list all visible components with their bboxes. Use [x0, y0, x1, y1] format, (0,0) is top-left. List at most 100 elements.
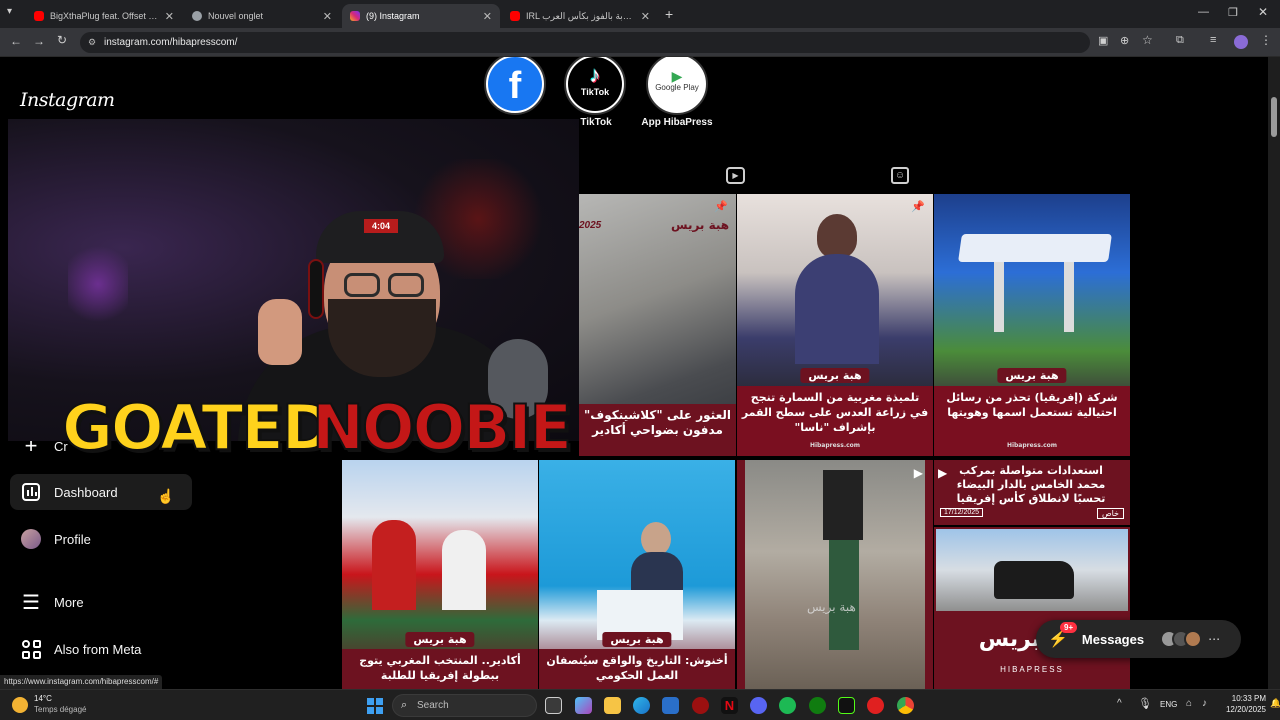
- obs-icon[interactable]: [867, 697, 884, 714]
- post-image-player: [372, 520, 416, 610]
- post-brand: هبة بريس: [602, 632, 672, 647]
- post-subbrand: HIBAPRESS: [1000, 665, 1064, 674]
- post-tile[interactable]: 📌 هبة بريس تلميذة مغربية من السمارة تنجح…: [737, 194, 933, 456]
- post-caption: تلميذة مغربية من السمارة تنجح في زراعة ا…: [741, 391, 929, 434]
- notification-icon[interactable]: 🔔: [1270, 698, 1280, 709]
- tab-search-icon[interactable]: ▾: [7, 6, 12, 17]
- close-icon[interactable]: ✕: [165, 10, 174, 23]
- nav-label: Also from Meta: [54, 641, 142, 657]
- reels-icon[interactable]: ▶: [726, 167, 745, 184]
- forward-icon[interactable]: →: [33, 34, 45, 48]
- maximize-button[interactable]: ❐: [1228, 6, 1238, 19]
- clock-date[interactable]: 12/20/2025: [1222, 705, 1266, 714]
- minimize-button[interactable]: —: [1198, 6, 1209, 18]
- site-info-icon[interactable]: ⚙: [88, 32, 96, 53]
- edge-icon[interactable]: [633, 697, 650, 714]
- avatar: [1184, 630, 1203, 648]
- messages-avatars: [1160, 630, 1203, 648]
- highlight-tiktok[interactable]: ♪ TikTok: [564, 57, 626, 115]
- tray-chevron-icon[interactable]: ^: [1117, 698, 1122, 709]
- profile-avatar[interactable]: [1234, 35, 1248, 49]
- netflix-icon[interactable]: N: [721, 697, 738, 714]
- file-explorer-icon[interactable]: [604, 697, 621, 714]
- post-tile[interactable]: هبة بريس أخنوش: التاريخ والواقع سيُنصفان…: [539, 460, 735, 689]
- tab-youtube-bigxthaplug[interactable]: BigXthaPlug feat. Offset - Climax ✕: [26, 4, 182, 28]
- post-tile[interactable]: 📌 2025 هبة بريس العثور على "كلاشينكوف" م…: [579, 194, 736, 456]
- app-red-icon[interactable]: [692, 697, 709, 714]
- kick-icon[interactable]: [838, 697, 855, 714]
- zoom-icon[interactable]: ⊕: [1120, 34, 1129, 47]
- store-icon[interactable]: [662, 697, 679, 714]
- close-icon[interactable]: ✕: [483, 10, 492, 23]
- cap-logo: 4:04: [364, 219, 398, 233]
- tagged-icon[interactable]: ☺: [891, 167, 909, 184]
- discord-icon[interactable]: [750, 697, 767, 714]
- post-tile[interactable]: هبة بريس HIBAPRESS: [934, 527, 1130, 689]
- nav-also-from-meta[interactable]: Also from Meta: [10, 631, 192, 667]
- chrome-icon[interactable]: [897, 697, 914, 714]
- messages-label: Messages: [1081, 631, 1145, 647]
- post-image-pillar: [994, 262, 1004, 332]
- post-border-right: [925, 460, 933, 689]
- post-tile[interactable]: استعدادات متواصلة بمركب محمد الخامس بالد…: [934, 460, 1130, 525]
- microphone-icon[interactable]: 🎙: [1138, 697, 1152, 710]
- tab-title: Nouvel onglet: [208, 11, 264, 21]
- more-icon[interactable]: ⋯: [1208, 632, 1220, 646]
- nav-label: Profile: [54, 531, 91, 547]
- highlight-facebook[interactable]: f: [484, 57, 546, 115]
- close-window-button[interactable]: ✕: [1258, 5, 1268, 19]
- mouse-cursor: ☝: [157, 488, 175, 504]
- bookmark-star-icon[interactable]: ☆: [1142, 33, 1153, 47]
- highlight-app[interactable]: ▶ Google Play: [646, 57, 708, 115]
- status-bar-url: https://www.instagram.com/hibapresscom/#: [0, 675, 163, 689]
- instagram-logo[interactable]: Instagram: [20, 89, 115, 111]
- nav-profile[interactable]: Profile: [10, 521, 192, 557]
- network-icon[interactable]: ⌂: [1186, 698, 1192, 709]
- browser-menu-icon[interactable]: ⋮: [1260, 33, 1272, 47]
- url-text: instagram.com/hibapresscom/: [104, 37, 238, 48]
- post-tile[interactable]: ▶ هبة بريس: [737, 460, 933, 689]
- google-play-wordmark: Google Play: [655, 83, 699, 92]
- post-tile[interactable]: هبة بريس شركة (إفريقيا) تحذر من رسائل اح…: [934, 194, 1130, 456]
- cast-icon[interactable]: ▣: [1098, 34, 1108, 47]
- close-icon[interactable]: ✕: [323, 10, 332, 23]
- address-toolbar: ← → ↻ ⚙ instagram.com/hibapresscom/ ▣ ⊕ …: [0, 28, 1280, 57]
- tab-new-tab[interactable]: Nouvel onglet ✕: [184, 4, 340, 28]
- copilot-icon[interactable]: [575, 697, 592, 714]
- post-tile[interactable]: هبة بريس أكادير.. المنتخب المغربي يتوج ب…: [342, 460, 538, 689]
- close-icon[interactable]: ✕: [641, 10, 650, 23]
- page-scrollbar[interactable]: [1268, 57, 1280, 689]
- streamer-glasses-right: [388, 273, 424, 297]
- post-tag: خاص: [1096, 508, 1124, 519]
- post-image-van: [994, 561, 1074, 599]
- tab-youtube-irl[interactable]: IRL المغاربة بالفوز بكأس العرب ✕: [502, 4, 658, 28]
- volume-icon[interactable]: ♪: [1202, 698, 1207, 709]
- new-tab-button[interactable]: +: [665, 6, 673, 22]
- reel-icon: ▶: [913, 466, 923, 480]
- task-view-icon[interactable]: [545, 697, 562, 714]
- post-caption: شركة (إفريقيا) تحذر من رسائل احتيالية تس…: [946, 391, 1118, 419]
- windows-taskbar: 14°C Temps dégagé ⌕ Search N ^ 🎙 ENG ⌂ ♪…: [0, 689, 1280, 720]
- messages-button[interactable]: ⚡ 9+ Messages ⋯: [1036, 620, 1241, 658]
- taskbar-search[interactable]: ⌕ Search: [392, 694, 537, 717]
- post-caption: أكادير.. المنتخب المغربي يتوج ببطولة إفر…: [342, 649, 538, 689]
- media-icon[interactable]: ≡: [1210, 34, 1216, 46]
- extensions-icon[interactable]: ⧉: [1176, 34, 1184, 47]
- scrollbar-thumb[interactable]: [1271, 97, 1277, 137]
- nav-more[interactable]: ☰ More: [10, 584, 192, 620]
- tiktok-icon: ♪ TikTok: [568, 57, 622, 111]
- spotify-icon[interactable]: [779, 697, 796, 714]
- noobie-logo-text: NOOBIE: [311, 391, 573, 464]
- post-source: Hibapress.com: [809, 442, 861, 449]
- nav-label: Dashboard: [54, 484, 118, 500]
- xbox-icon[interactable]: [809, 697, 826, 714]
- tab-instagram[interactable]: (9) Instagram ✕: [342, 4, 500, 28]
- weather-icon[interactable]: [12, 697, 28, 713]
- back-icon[interactable]: ←: [10, 34, 22, 48]
- language-indicator[interactable]: ENG: [1160, 700, 1177, 709]
- post-brand: هبة بريس: [800, 368, 870, 383]
- clock-time[interactable]: 10:33 PM: [1226, 694, 1266, 703]
- windows-start-icon[interactable]: [367, 698, 383, 714]
- url-input[interactable]: ⚙ instagram.com/hibapresscom/: [80, 32, 1090, 53]
- reload-icon[interactable]: ↻: [57, 33, 67, 47]
